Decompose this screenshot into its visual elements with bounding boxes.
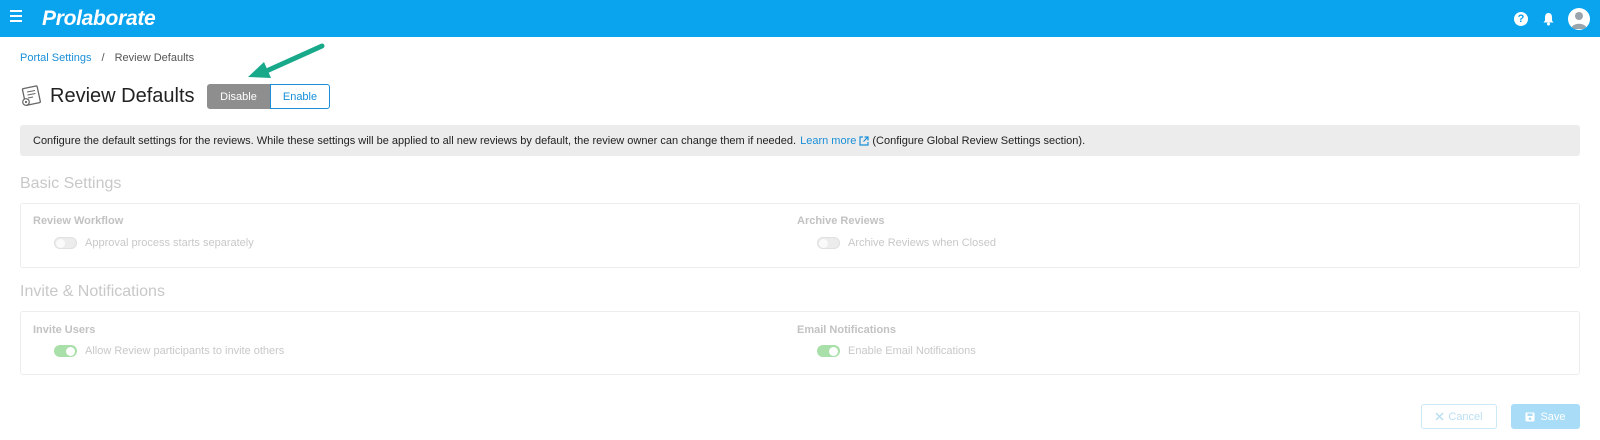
archive-reviews-label: Archive Reviews (797, 215, 885, 227)
save-icon (1525, 412, 1535, 421)
info-text: Configure the default settings for the r… (33, 134, 797, 147)
user-avatar-icon[interactable] (1568, 7, 1590, 30)
info-suffix: (Configure Global Review Settings sectio… (872, 134, 1086, 147)
close-icon (1435, 412, 1444, 421)
invite-users-label: Invite Users (33, 324, 96, 336)
archive-reviews-row: Archive Reviews when Closed (817, 237, 996, 249)
breadcrumb: Portal Settings / Review Defaults (20, 52, 194, 64)
basic-settings-title: Basic Settings (20, 175, 122, 192)
approval-process-row: Approval process starts separately (54, 237, 254, 249)
invite-others-label: Allow Review participants to invite othe… (85, 345, 285, 357)
email-notifications-option-label: Enable Email Notifications (848, 345, 976, 357)
breadcrumb-current: Review Defaults (114, 52, 195, 64)
archive-reviews-option-label: Archive Reviews when Closed (848, 237, 996, 249)
disable-button[interactable]: Disable (207, 84, 270, 109)
page-header: Review Defaults (20, 82, 195, 110)
annotation-arrow-icon (248, 43, 325, 78)
invite-others-switch[interactable] (54, 345, 77, 357)
menu-icon[interactable] (10, 10, 22, 24)
page-title: Review Defaults (50, 84, 195, 107)
top-bar: Prolaborate ? (0, 0, 1600, 37)
approval-process-switch[interactable] (54, 237, 77, 249)
archive-reviews-switch[interactable] (817, 237, 840, 249)
review-defaults-icon (21, 85, 41, 106)
email-notifications-row: Enable Email Notifications (817, 345, 976, 357)
save-label: Save (1540, 410, 1566, 423)
save-button[interactable]: Save (1511, 404, 1580, 429)
learn-more-link[interactable]: Learn more (800, 135, 856, 147)
cancel-button[interactable]: Cancel (1421, 404, 1497, 429)
breadcrumb-separator: / (101, 52, 105, 64)
info-banner: Configure the default settings for the r… (20, 125, 1580, 156)
app-logo[interactable]: Prolaborate (42, 7, 156, 31)
email-notifications-switch[interactable] (817, 345, 840, 357)
breadcrumb-portal-settings[interactable]: Portal Settings (20, 52, 92, 64)
enable-toggle-group: Disable Enable (207, 84, 330, 109)
approval-process-label: Approval process starts separately (85, 237, 254, 249)
basic-settings-panel: Review Workflow Approval process starts … (20, 203, 1580, 268)
review-workflow-label: Review Workflow (33, 215, 124, 227)
external-link-icon[interactable] (859, 135, 869, 146)
enable-button[interactable]: Enable (270, 84, 330, 109)
invite-notifications-title: Invite & Notifications (20, 283, 165, 300)
bell-icon[interactable] (1540, 11, 1556, 27)
cancel-label: Cancel (1448, 410, 1483, 423)
help-icon[interactable]: ? (1514, 11, 1528, 26)
invite-notifications-panel: Invite Users Allow Review participants t… (20, 311, 1580, 375)
email-notifications-label: Email Notifications (797, 324, 897, 336)
invite-others-row: Allow Review participants to invite othe… (54, 345, 284, 357)
top-icons: ? (1514, 0, 1590, 37)
